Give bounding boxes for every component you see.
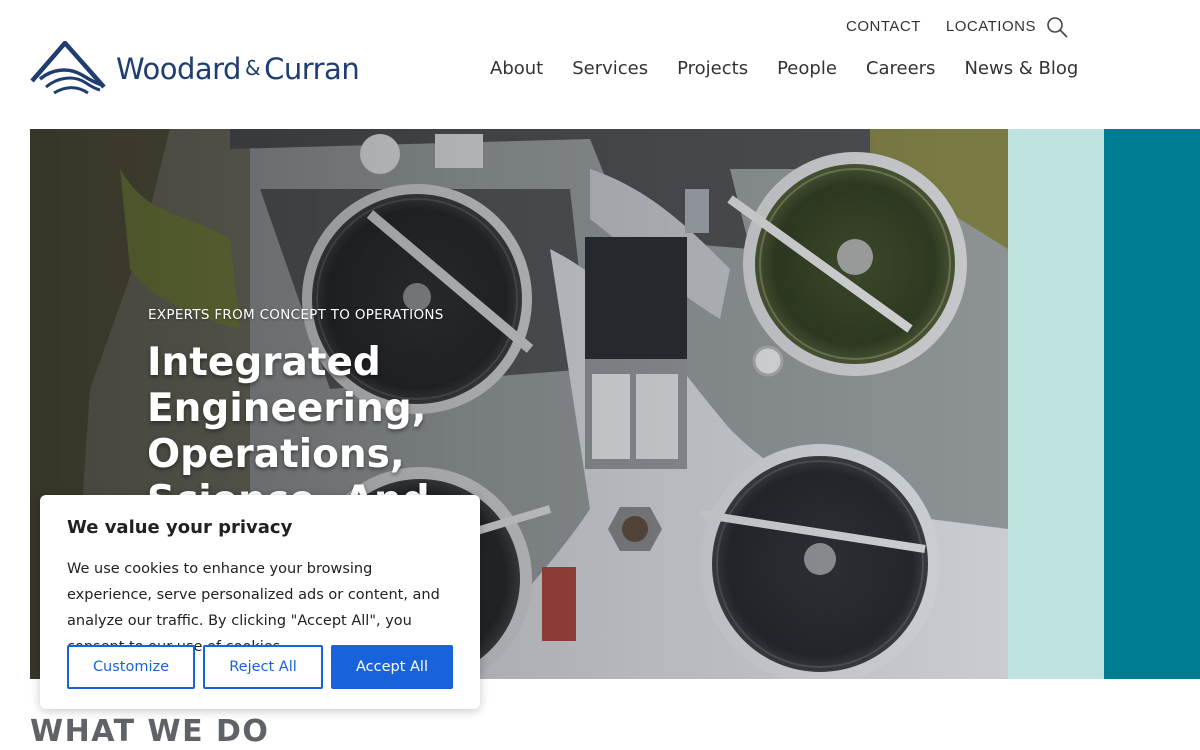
nav-careers[interactable]: Careers [866,58,936,79]
logo-ampersand: & [244,56,261,80]
nav-projects[interactable]: Projects [677,58,748,79]
woodard-curran-logo-icon [30,41,106,95]
main-nav: About Services Projects People Careers N… [490,58,1078,79]
contact-link[interactable]: CONTACT [846,18,921,35]
cookie-consent-banner: We value your privacy We use cookies to … [40,495,480,709]
logo-wordmark: Woodard & Curran [116,52,360,86]
decorative-teal-stripe [1104,129,1200,679]
nav-about[interactable]: About [490,58,543,79]
locations-link[interactable]: LOCATIONS [946,18,1036,35]
search-icon[interactable] [1046,16,1068,38]
section-heading-what-we-do: WHAT WE DO [30,714,270,749]
cookie-button-group: Customize Reject All Accept All [67,645,453,689]
nav-services[interactable]: Services [572,58,648,79]
reject-all-button[interactable]: Reject All [203,645,323,689]
nav-news-blog[interactable]: News & Blog [964,58,1078,79]
hero-eyebrow: EXPERTS FROM CONCEPT TO OPERATIONS [148,307,444,323]
utility-nav: CONTACT LOCATIONS [846,18,1061,35]
logo-word-curran: Curran [264,52,360,86]
nav-people[interactable]: People [777,58,837,79]
cookie-title: We value your privacy [67,517,293,538]
site-logo[interactable]: Woodard & Curran [30,40,360,98]
accept-all-button[interactable]: Accept All [331,645,453,689]
customize-button[interactable]: Customize [67,645,195,689]
decorative-mint-stripe [1008,129,1104,679]
logo-word-woodard: Woodard [116,52,241,86]
